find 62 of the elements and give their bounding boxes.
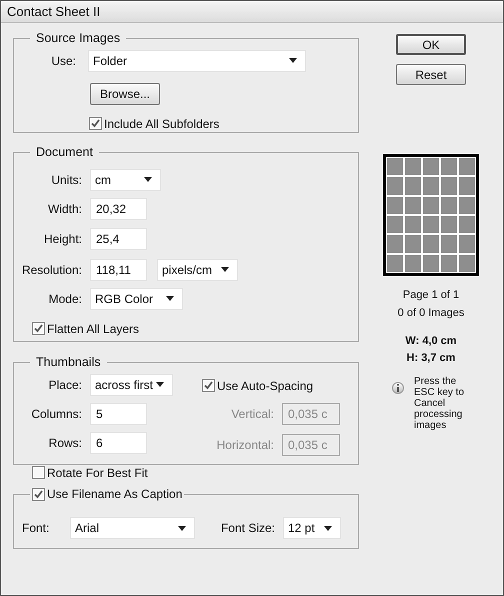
checkbox[interactable] (89, 117, 102, 130)
caret-icon (178, 526, 186, 530)
info-note: Press the ESC key to Cancel processing images (414, 376, 466, 431)
checkbox-label[interactable]: Include All Subfolders (104, 114, 220, 133)
field-label: Height: (42, 230, 82, 248)
field-label: Font: (22, 520, 50, 537)
dropdown-value: pixels/cm (162, 262, 212, 279)
field-label: Mode: (48, 290, 82, 308)
dropdown[interactable]: Folder (88, 50, 306, 72)
caret-icon (144, 177, 152, 182)
field-label: Horizontal: (216, 436, 274, 454)
dropdown-value: 12 pt (288, 520, 315, 537)
caret-icon (166, 296, 174, 302)
group-title: Source Images (35, 30, 122, 47)
dropdown-value: cm (95, 172, 111, 189)
dropdown[interactable]: across first (90, 374, 173, 396)
input-field[interactable]: 25,4 (90, 228, 147, 250)
dropdown-value: Arial (75, 520, 100, 537)
checkbox-label[interactable]: Use Filename As Caption (47, 485, 182, 503)
dropdown[interactable]: 12 pt (283, 517, 341, 539)
checkbox[interactable] (32, 466, 45, 480)
field-label: Columns: (30, 406, 82, 423)
image-count: 0 of 0 Images (398, 306, 464, 320)
field-label: Rows: (48, 434, 82, 452)
ok-button[interactable]: OK (396, 34, 466, 55)
checkbox-label[interactable]: Rotate For Best Fit (47, 464, 148, 482)
group-title: Document (35, 144, 94, 161)
input-field[interactable]: 6 (90, 432, 147, 454)
input-field[interactable]: 118,11 (90, 258, 147, 281)
dropdown-value: across first (95, 376, 154, 394)
field-label: Vertical: (230, 406, 274, 423)
height-value: H: 3,7 cm (406, 350, 456, 366)
page-count: Page 1 of 1 (402, 288, 460, 303)
dropdown[interactable]: Arial (70, 517, 195, 539)
field-label: Font Size: (220, 520, 275, 537)
field-label: Resolution: (20, 262, 82, 279)
group-title: Thumbnails (35, 354, 102, 371)
dropdown[interactable]: RGB Color (90, 288, 183, 310)
dropdown-value: Folder (93, 52, 128, 70)
width-value: W: 4,0 cm (405, 334, 457, 349)
field-label: Place: (48, 376, 82, 394)
checkbox[interactable] (202, 379, 215, 392)
checkbox-label[interactable]: Use Auto-Spacing (217, 376, 314, 395)
field-label: Width: (46, 200, 82, 218)
browse-button[interactable]: Browse... (90, 82, 160, 105)
caret-icon (289, 58, 297, 64)
dropdown[interactable]: cm (90, 168, 161, 191)
checkbox[interactable] (32, 322, 45, 336)
caret-icon (221, 267, 229, 272)
caret-icon (324, 526, 332, 530)
field-label: Use: (50, 52, 76, 70)
checkbox-label[interactable]: Flatten All Layers (47, 320, 140, 338)
field-label: Units: (50, 172, 82, 189)
window-title: Contact Sheet II (7, 2, 100, 21)
input-field[interactable]: 5 (90, 402, 147, 425)
checkbox[interactable] (32, 488, 45, 500)
input-field[interactable]: 20,32 (90, 198, 147, 220)
reset-button[interactable]: Reset (396, 64, 466, 85)
caret-icon (156, 382, 164, 388)
info-icon (392, 382, 404, 394)
dropdown-value: RGB Color (95, 290, 154, 308)
dropdown[interactable]: pixels/cm (157, 258, 238, 281)
